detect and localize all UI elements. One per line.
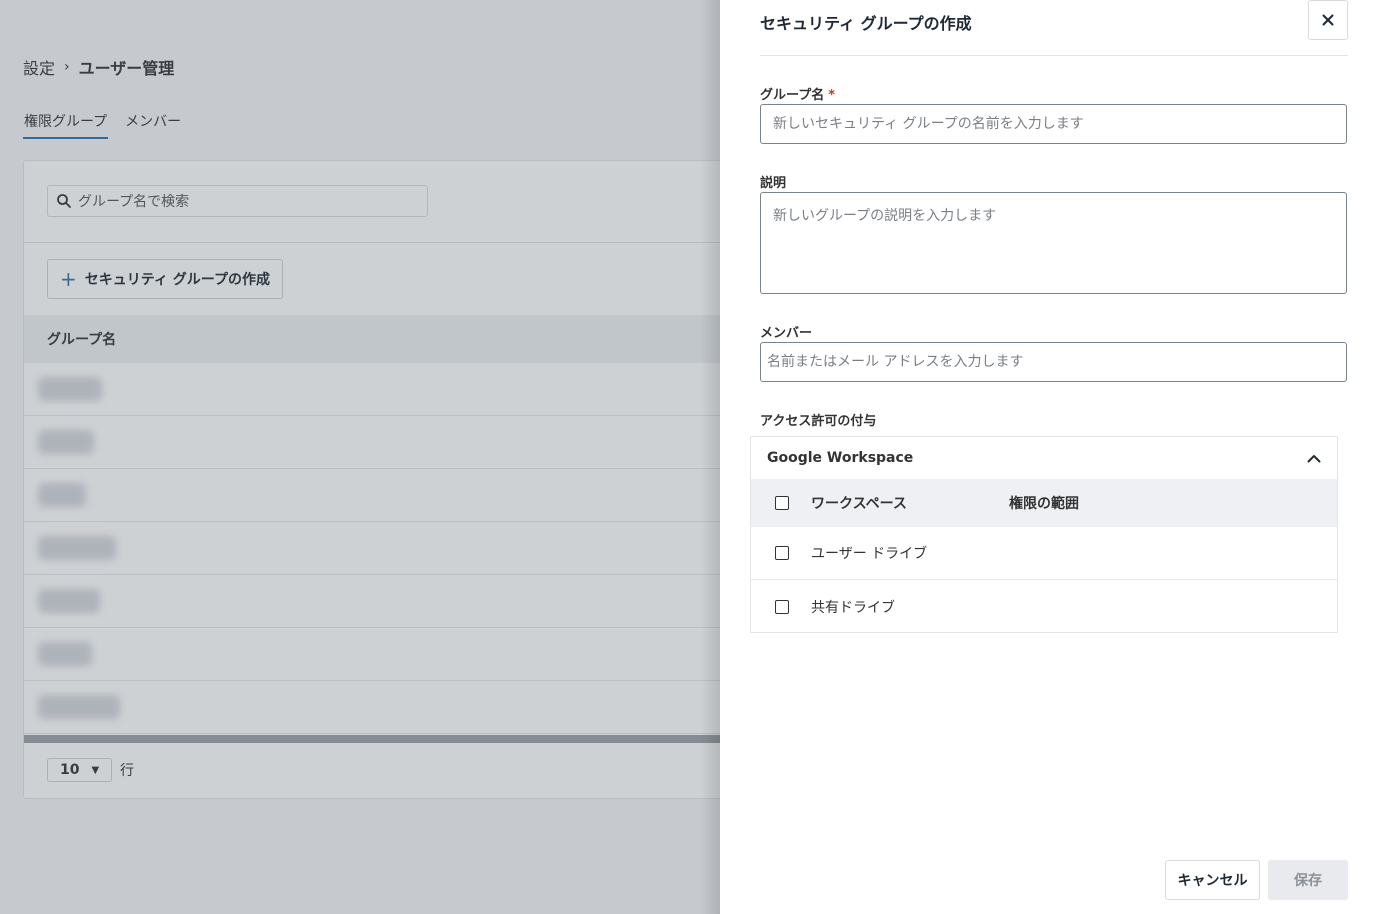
group-name-label: グループ名 *: [760, 84, 835, 103]
column-header-workspace: ワークスペース: [811, 496, 907, 512]
close-icon: [1322, 14, 1334, 26]
save-button[interactable]: 保存: [1268, 860, 1348, 900]
google-workspace-accordion: Google Workspace ワークスペース 権限の範囲 ユーザー ドライブ…: [750, 436, 1338, 633]
drawer-divider: [760, 55, 1348, 56]
shared-drive-checkbox[interactable]: [775, 599, 789, 614]
description-label: 説明: [760, 176, 787, 191]
description-textarea[interactable]: [760, 192, 1347, 294]
permission-row-user-drive: ユーザー ドライブ: [751, 527, 1337, 580]
select-all-checkbox[interactable]: [775, 496, 789, 510]
members-input[interactable]: [760, 342, 1347, 382]
permissions-table-header: ワークスペース 権限の範囲: [751, 479, 1337, 527]
permission-row-shared-drive: 共有ドライブ: [751, 580, 1337, 633]
group-name-input[interactable]: [760, 104, 1347, 144]
close-button[interactable]: [1308, 0, 1348, 40]
chevron-up-icon: [1307, 454, 1321, 462]
required-marker: *: [828, 88, 836, 103]
permission-row-label: ユーザー ドライブ: [811, 546, 928, 562]
group-name-label-text: グループ名: [760, 88, 825, 103]
user-drive-checkbox[interactable]: [775, 546, 789, 560]
accordion-title: Google Workspace: [767, 450, 914, 466]
drawer-title: セキュリティ グループの作成: [760, 14, 972, 33]
accordion-header[interactable]: Google Workspace: [751, 437, 1337, 479]
column-header-scope: 権限の範囲: [1009, 496, 1079, 512]
drawer-shadow: [700, 0, 720, 914]
cancel-button[interactable]: キャンセル: [1165, 860, 1260, 900]
create-group-drawer: セキュリティ グループの作成 グループ名* 説明 メンバー アクセス許可の付与 …: [720, 0, 1381, 914]
access-label: アクセス許可の付与: [760, 414, 877, 429]
permission-row-label: 共有ドライブ: [811, 599, 895, 616]
members-label: メンバー: [760, 326, 813, 341]
